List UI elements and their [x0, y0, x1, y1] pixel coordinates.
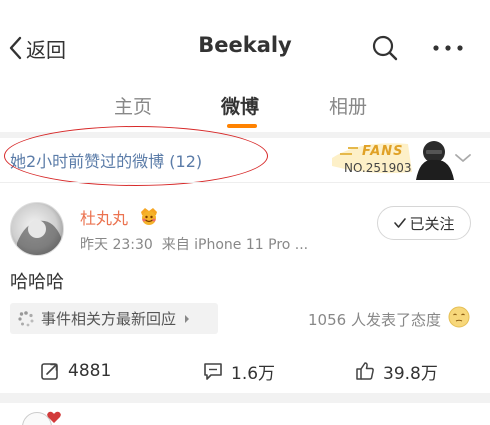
- following-button[interactable]: 已关注: [377, 206, 471, 240]
- divider: [0, 182, 490, 183]
- checkmark-icon: [394, 218, 407, 228]
- comment-count: 1.6万: [231, 363, 276, 384]
- search-icon[interactable]: [371, 34, 399, 62]
- repost-icon: [41, 363, 58, 380]
- post-username[interactable]: 杜丸丸: [80, 205, 128, 229]
- post-time: 昨天 23:30: [80, 237, 153, 253]
- profile-tabs: 主页 微博 相册: [0, 82, 490, 132]
- tab-home[interactable]: 主页: [114, 92, 152, 119]
- comment-icon: [204, 363, 222, 380]
- more-icon[interactable]: [432, 40, 464, 56]
- post-source: 来自 iPhone 11 Pro ...: [161, 237, 309, 253]
- avatar[interactable]: [10, 202, 64, 256]
- post-separator: [0, 393, 490, 403]
- thumbs-up-icon: [356, 362, 374, 380]
- fans-label: FANS: [362, 144, 404, 159]
- repost-button[interactable]: 4881: [40, 355, 111, 387]
- emoji-face-icon: [448, 306, 470, 328]
- annotation-ellipse: [4, 126, 268, 186]
- post-actions: 4881 1.6万 39.8万: [0, 355, 490, 387]
- following-label: 已关注: [409, 214, 455, 233]
- reaction-summary[interactable]: 1056 人发表了态度: [308, 309, 441, 330]
- vip-badge-icon: [141, 208, 157, 225]
- heart-icon: [47, 411, 61, 423]
- post-content: 哈哈哈: [10, 272, 64, 293]
- like-count: 39.8万: [383, 363, 438, 384]
- active-tab-indicator: [227, 124, 257, 128]
- fans-number: NO.251903: [344, 161, 412, 175]
- loading-dots-icon: [18, 310, 34, 326]
- repost-count: 4881: [68, 361, 112, 381]
- top-nav-bar: 返回 Beekaly: [0, 0, 490, 82]
- tab-weibo[interactable]: 微博: [221, 92, 259, 119]
- tab-album[interactable]: 相册: [329, 92, 367, 119]
- topic-tag[interactable]: 事件相关方最新回应: [10, 303, 218, 334]
- like-button[interactable]: 39.8万: [355, 355, 438, 387]
- post-meta: 昨天 23:30 来自 iPhone 11 Pro ...: [80, 234, 308, 254]
- comment-button[interactable]: 1.6万: [203, 355, 275, 387]
- topic-label: 事件相关方最新回应: [41, 310, 177, 328]
- triangle-right-icon: [185, 314, 190, 323]
- page-title: Beekaly: [198, 33, 292, 57]
- chevron-down-icon[interactable]: [454, 152, 472, 164]
